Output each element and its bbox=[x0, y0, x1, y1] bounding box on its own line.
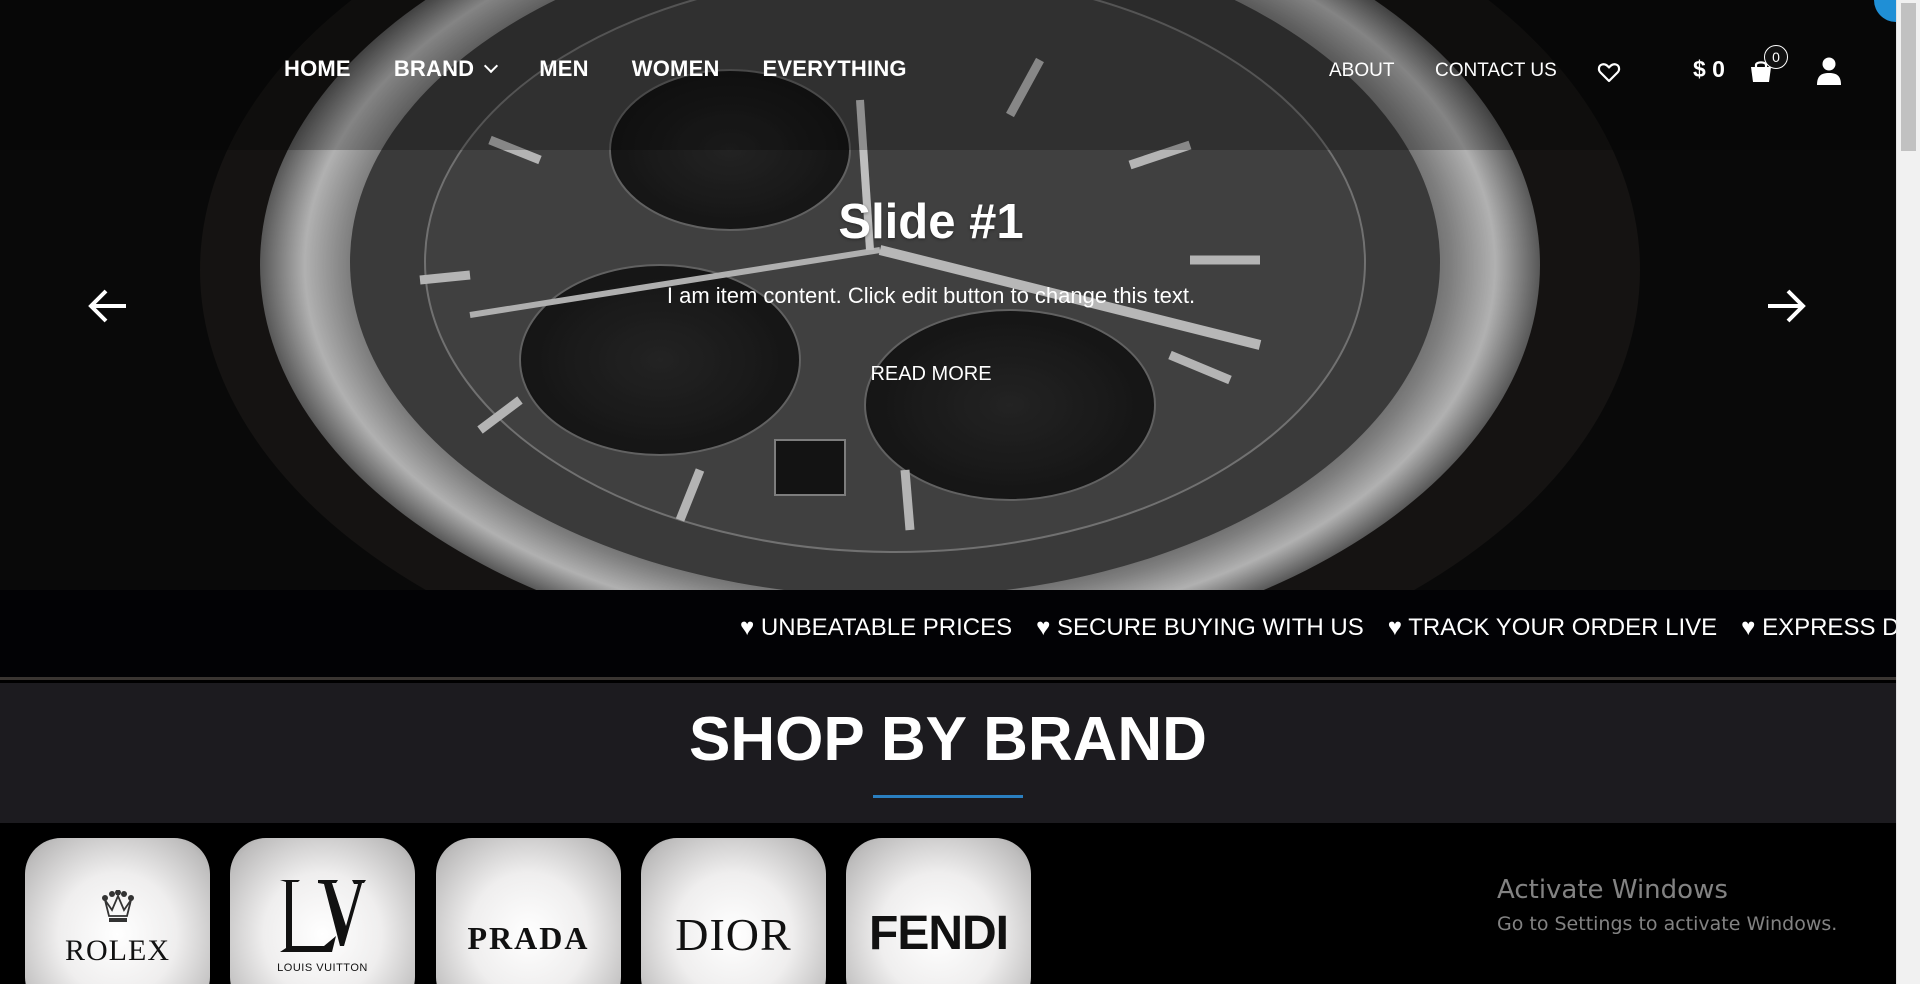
brand-label-prada: PRADA bbox=[467, 920, 590, 956]
activate-windows-subtitle: Go to Settings to activate Windows. bbox=[1497, 913, 1838, 935]
arrow-left-icon[interactable] bbox=[86, 284, 130, 328]
nav-women-label: WOMEN bbox=[631, 56, 720, 81]
cart-total[interactable]: $ 0 bbox=[1693, 56, 1725, 83]
brand-card-rolex[interactable]: ROLEX bbox=[25, 838, 210, 984]
arrow-right-icon[interactable] bbox=[1764, 284, 1808, 328]
nav-everything[interactable]: EVERYTHING bbox=[763, 56, 907, 82]
brand-label-rolex: ROLEX bbox=[65, 934, 170, 967]
primary-menu: HOME BRAND MEN WOMEN EVERYTHING bbox=[284, 56, 950, 82]
brand-label-fendi: FENDI bbox=[869, 907, 1009, 960]
nav-home[interactable]: HOME bbox=[284, 56, 351, 82]
ticker-item: ♥ UNBEATABLE PRICES bbox=[740, 614, 1013, 641]
ticker-item: ♥ TRACK YOUR ORDER LIVE bbox=[1387, 614, 1718, 641]
nav-women[interactable]: WOMEN bbox=[632, 56, 720, 82]
nav-about[interactable]: ABOUT bbox=[1329, 60, 1394, 82]
activate-windows-title: Activate Windows bbox=[1497, 875, 1728, 905]
brand-card-prada[interactable]: PRADA bbox=[436, 838, 621, 984]
brand-card-louis-vuitton[interactable]: LOUIS VUITTON bbox=[230, 838, 415, 984]
section-title: SHOP BY BRAND bbox=[689, 705, 1207, 774]
brand-label-louis-vuitton: LOUIS VUITTON bbox=[277, 962, 368, 974]
nav-everything-label: EVERYTHING bbox=[762, 56, 907, 81]
cart-count-badge: 0 bbox=[1764, 45, 1788, 69]
crown-icon bbox=[102, 890, 134, 922]
brand-card-fendi[interactable]: FENDI bbox=[846, 838, 1031, 984]
ticker-item: ♥ EXPRESS DE bbox=[1741, 614, 1896, 641]
shop-by-brand-header: SHOP BY BRAND bbox=[0, 683, 1896, 823]
nav-brand-label: BRAND bbox=[393, 56, 475, 81]
page-scrollbar[interactable] bbox=[1896, 0, 1920, 984]
brand-card-dior[interactable]: DIOR bbox=[641, 838, 826, 984]
ticker-row: ♥ UNBEATABLE PRICES ♥ SECURE BUYING WITH… bbox=[740, 614, 1896, 642]
promo-ticker: ♥ UNBEATABLE PRICES ♥ SECURE BUYING WITH… bbox=[0, 590, 1896, 680]
slide-title: Slide #1 bbox=[838, 195, 1024, 249]
nav-contact-us[interactable]: CONTACT US bbox=[1435, 60, 1557, 82]
user-icon[interactable] bbox=[1815, 56, 1843, 86]
section-underline bbox=[873, 795, 1023, 798]
slide-text: I am item content. Click edit button to … bbox=[666, 283, 1196, 308]
nav-home-label: HOME bbox=[284, 56, 351, 81]
scrollbar-thumb[interactable] bbox=[1901, 3, 1916, 151]
brand-label-dior: DIOR bbox=[675, 909, 792, 960]
lv-monogram bbox=[280, 880, 366, 952]
chevron-down-icon bbox=[484, 58, 499, 74]
nav-brand[interactable]: BRAND bbox=[393, 56, 499, 82]
heart-icon[interactable] bbox=[1597, 60, 1621, 84]
nav-men-label: MEN bbox=[539, 56, 589, 81]
nav-men[interactable]: MEN bbox=[539, 56, 589, 82]
main-navigation: HOME BRAND MEN WOMEN EVERYTHING ABOUT CO… bbox=[0, 0, 1896, 145]
read-more-button[interactable]: READ MORE bbox=[0, 363, 1862, 386]
ticker-item: ♥ SECURE BUYING WITH US bbox=[1036, 614, 1364, 641]
page: Slide #1 I am item content. Click edit b… bbox=[0, 0, 1896, 984]
